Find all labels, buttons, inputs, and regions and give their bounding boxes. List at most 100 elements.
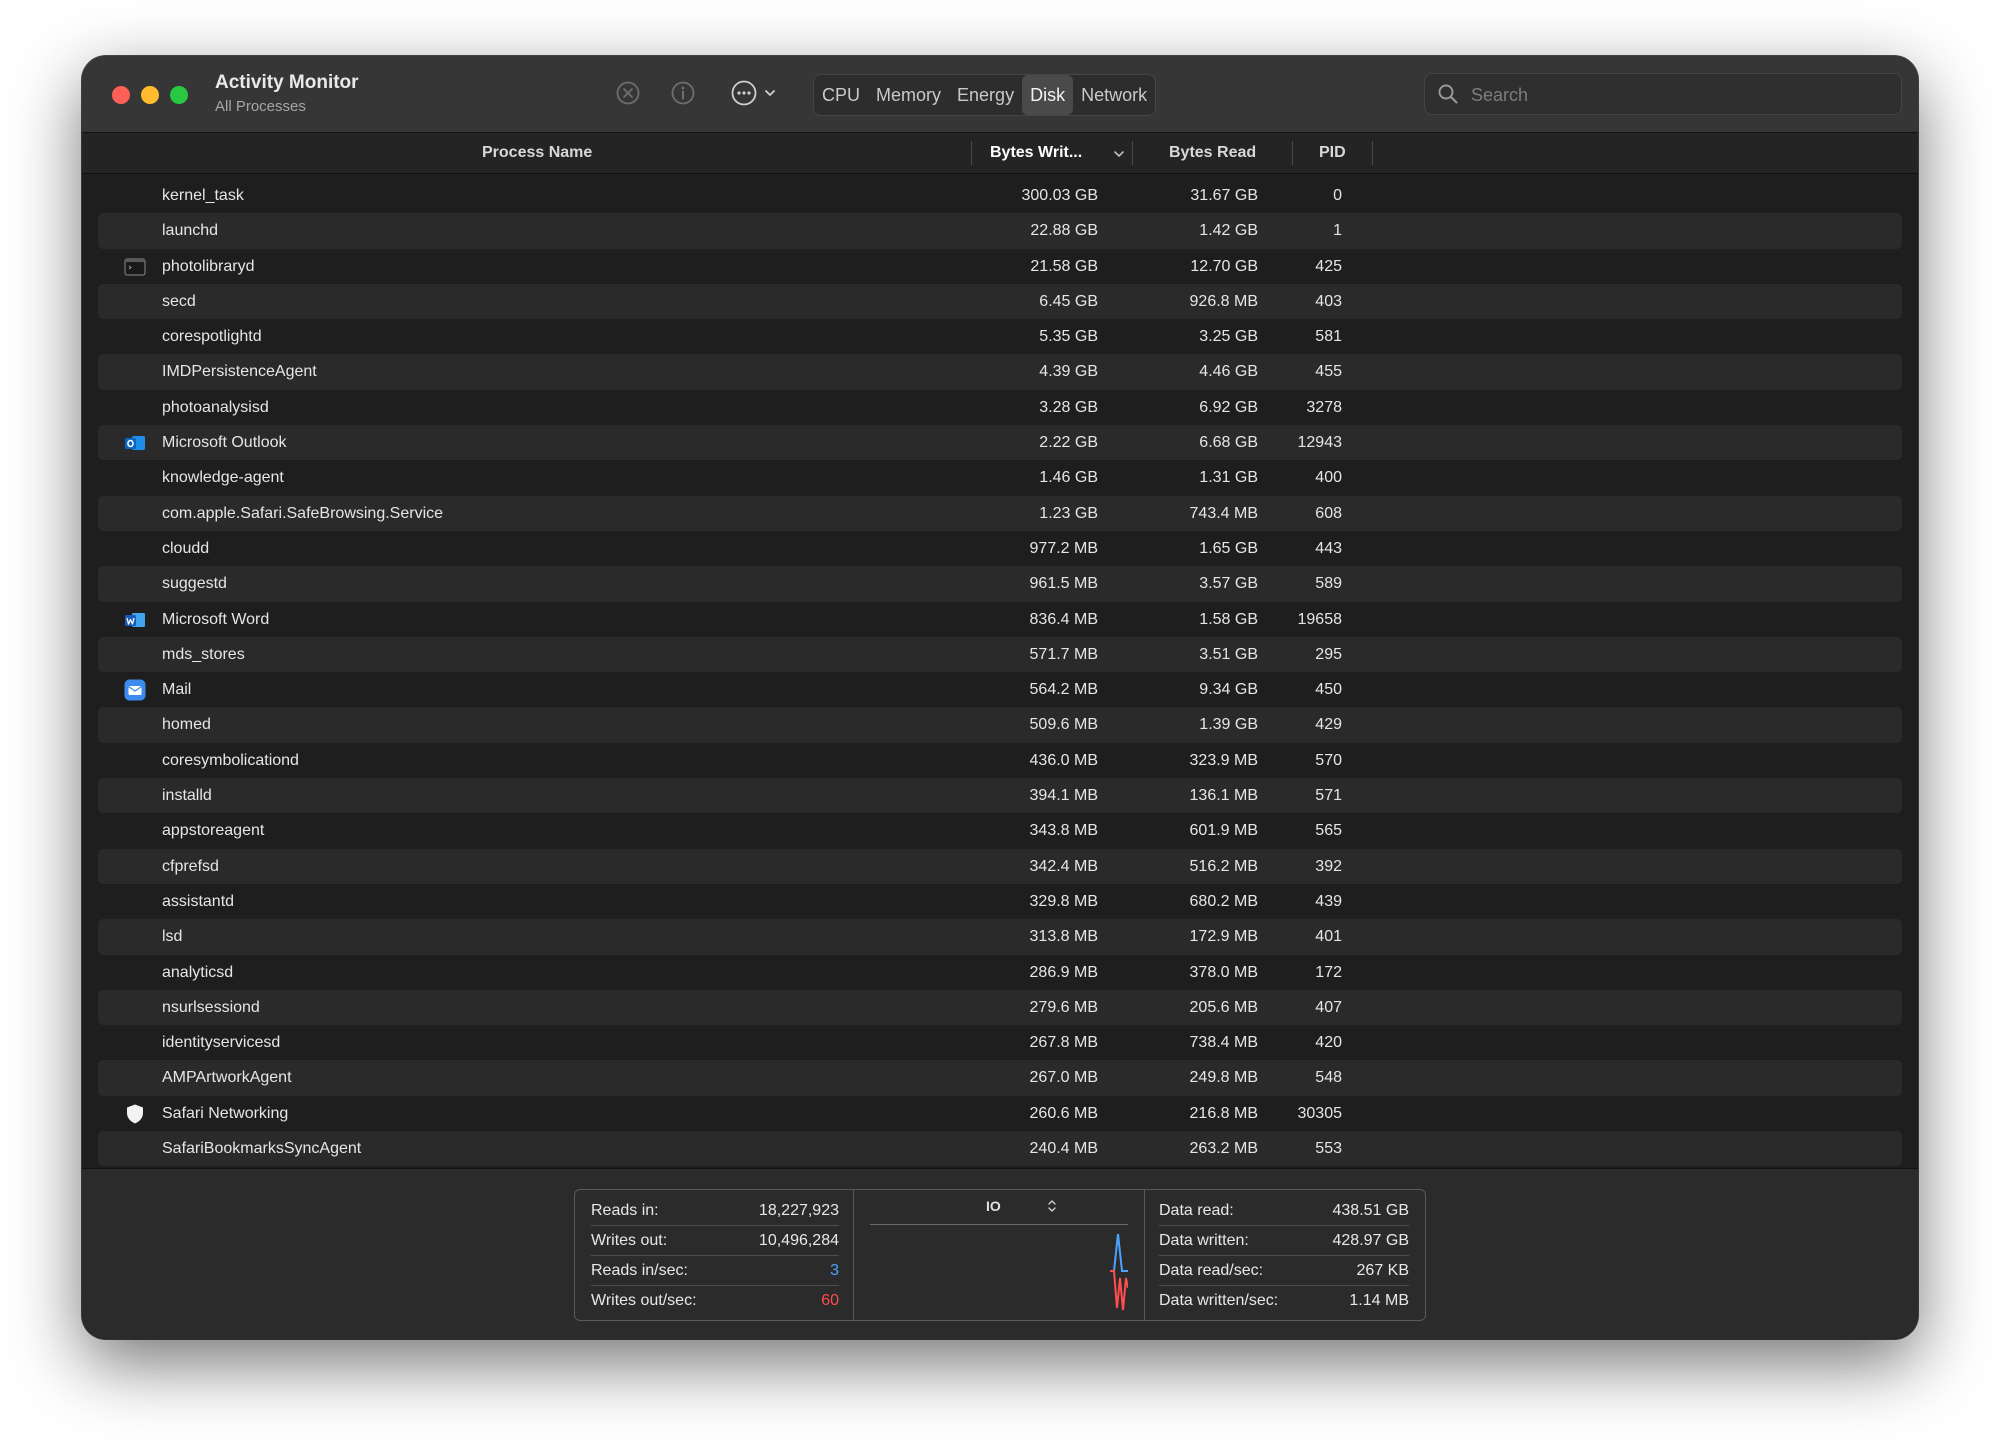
pid-value: 425 — [1315, 257, 1342, 275]
column-divider[interactable] — [971, 141, 972, 165]
bytes-written-value: 279.6 MB — [1029, 998, 1098, 1016]
stat-value: 10,496,284 — [758, 1232, 839, 1249]
pid-value: 295 — [1315, 645, 1342, 663]
table-row[interactable]: suggestd 961.5 MB 3.57 GB 589 — [98, 566, 1902, 602]
tab-disk[interactable]: Disk — [1022, 75, 1074, 115]
more-actions-button[interactable] — [725, 78, 781, 108]
bytes-written-value: 977.2 MB — [1029, 539, 1098, 557]
graph-type-label[interactable]: IO — [986, 1198, 1001, 1214]
column-process-name[interactable]: Process Name — [482, 133, 592, 173]
window-subtitle[interactable]: All Processes — [215, 98, 306, 115]
tab-energy[interactable]: Energy — [949, 75, 1022, 115]
zoom-window-button[interactable] — [170, 86, 188, 104]
writes-graph-line — [1110, 1270, 1128, 1311]
search-icon — [1438, 84, 1458, 104]
stat-value: 60 — [821, 1292, 839, 1309]
table-row[interactable]: mds_stores 571.7 MB 3.51 GB 295 — [98, 636, 1902, 673]
process-name: assistantd — [162, 892, 235, 910]
stat-label: Writes out: — [591, 1232, 668, 1249]
stat-row: Data read: 438.51 GB — [1159, 1196, 1409, 1226]
process-name: suggestd — [162, 575, 227, 593]
stat-row: Reads in/sec: 3 — [591, 1256, 839, 1286]
table-row[interactable]: AMPArtworkAgent 267.0 MB 249.8 MB 548 — [98, 1060, 1902, 1096]
bytes-read-value: 6.92 GB — [1199, 398, 1258, 416]
table-row[interactable]: Mail 564.2 MB 9.34 GB 450 — [98, 672, 1902, 707]
bytes-written-value: 5.35 GB — [1039, 328, 1098, 346]
table-row[interactable]: photoanalysisd 3.28 GB 6.92 GB 3278 — [98, 390, 1902, 425]
bytes-read-value: 1.39 GB — [1199, 716, 1258, 734]
table-row[interactable]: corespotlightd 5.35 GB 3.25 GB 581 — [98, 319, 1902, 354]
minimize-window-button[interactable] — [141, 86, 159, 104]
bytes-read-value: 1.65 GB — [1199, 539, 1258, 557]
pid-value: 401 — [1315, 928, 1342, 946]
table-row[interactable]: assistantd 329.8 MB 680.2 MB 439 — [98, 884, 1902, 919]
table-row[interactable]: lsd 313.8 MB 172.9 MB 401 — [98, 919, 1902, 955]
process-name: Microsoft Word — [162, 610, 270, 628]
column-divider[interactable] — [1132, 141, 1133, 165]
column-pid[interactable]: PID — [1319, 133, 1346, 173]
process-name: kernel_task — [162, 187, 244, 204]
table-row[interactable]: installd 394.1 MB 136.1 MB 571 — [98, 778, 1902, 814]
bytes-written-value: 6.45 GB — [1039, 292, 1098, 310]
stat-label: Writes out/sec: — [591, 1292, 697, 1309]
stat-row: Writes out: 10,496,284 — [591, 1226, 839, 1256]
process-name: Microsoft Outlook — [162, 434, 287, 452]
table-row[interactable]: com.apple.Safari.SafeBrowsing.Service 1.2… — [98, 495, 1902, 531]
table-row[interactable]: kernel_task 300.03 GB 31.67 GB 0 — [98, 178, 1902, 213]
table-row[interactable]: launchd 22.88 GB 1.42 GB 1 — [98, 213, 1902, 249]
inspect-process-button[interactable] — [668, 78, 698, 108]
table-row[interactable]: IMDPersistenceAgent 4.39 GB 4.46 GB 455 — [98, 354, 1902, 390]
up-down-chevron-icon[interactable] — [1046, 1199, 1058, 1213]
bytes-written-value: 343.8 MB — [1029, 822, 1098, 840]
bytes-written-value: 394.1 MB — [1029, 787, 1098, 805]
table-row[interactable]: knowledge-agent 1.46 GB 1.31 GB 400 — [98, 460, 1902, 495]
bytes-read-value: 1.58 GB — [1199, 610, 1258, 628]
bytes-written-value: 436.0 MB — [1029, 751, 1098, 769]
bytes-written-value: 961.5 MB — [1029, 575, 1098, 593]
bytes-written-value: 836.4 MB — [1029, 610, 1098, 628]
table-row[interactable]: cloudd 977.2 MB 1.65 GB 443 — [98, 531, 1902, 566]
stop-process-button[interactable] — [613, 78, 643, 108]
bytes-written-value: 2.22 GB — [1039, 434, 1098, 452]
toolbar: Activity Monitor All Processes CPU Memor… — [82, 56, 1918, 133]
process-name: launchd — [162, 222, 219, 240]
tab-memory[interactable]: Memory — [868, 75, 949, 115]
table-row[interactable]: Microsoft Word 836.4 MB 1.58 GB 19658 — [98, 602, 1902, 637]
table-row[interactable]: photolibraryd 21.58 GB 12.70 GB 425 — [98, 249, 1902, 284]
sort-descending-icon — [1114, 151, 1124, 157]
tab-network[interactable]: Network — [1073, 75, 1155, 115]
table-row[interactable]: SafariBookmarksSyncAgent 240.4 MB 263.2 MB… — [98, 1131, 1902, 1167]
table-row[interactable]: cfprefsd 342.4 MB 516.2 MB 392 — [98, 848, 1902, 884]
column-bytes-written[interactable]: Bytes Writ... — [990, 133, 1082, 173]
table-row[interactable]: homed 509.6 MB 1.39 GB 429 — [98, 707, 1902, 743]
pid-value: 443 — [1315, 539, 1342, 557]
column-bytes-read[interactable]: Bytes Read — [1169, 133, 1256, 173]
bytes-read-value: 378.0 MB — [1189, 963, 1258, 981]
bytes-written-value: 21.58 GB — [1030, 257, 1098, 275]
column-divider[interactable] — [1372, 141, 1373, 165]
process-name: corespotlightd — [162, 328, 262, 346]
table-row[interactable]: analyticsd 286.9 MB 378.0 MB 172 — [98, 955, 1902, 990]
io-graph — [1110, 1233, 1128, 1311]
column-divider[interactable] — [1292, 141, 1293, 165]
table-row[interactable]: Microsoft Outlook 2.22 GB 6.68 GB 12943 — [98, 425, 1902, 461]
table-row[interactable]: coresymbolicationd 436.0 MB 323.9 MB 570 — [98, 743, 1902, 778]
table-row[interactable]: nsurlsessiond 279.6 MB 205.6 MB 407 — [98, 989, 1902, 1026]
table-row[interactable]: Safari Networking 260.6 MB 216.8 MB 30305 — [98, 1096, 1902, 1131]
search-field[interactable] — [1424, 73, 1902, 116]
io-graph-panel: IO — [854, 1190, 1145, 1320]
table-row[interactable]: secd 6.45 GB 926.8 MB 403 — [98, 283, 1902, 320]
process-name: appstoreagent — [162, 822, 265, 840]
close-window-button[interactable] — [112, 86, 130, 104]
search-input[interactable] — [1469, 74, 1893, 116]
table-row[interactable]: appstoreagent 343.8 MB 601.9 MB 565 — [98, 813, 1902, 848]
bytes-written-value: 300.03 GB — [1021, 187, 1099, 204]
stop-process-icon — [616, 81, 640, 105]
process-name: photoanalysisd — [162, 398, 269, 416]
tab-cpu[interactable]: CPU — [814, 75, 868, 115]
bytes-read-value: 516.2 MB — [1189, 857, 1258, 875]
process-name: coresymbolicationd — [162, 751, 299, 769]
bytes-read-value: 680.2 MB — [1189, 892, 1258, 910]
stat-label: Data written: — [1159, 1232, 1249, 1249]
table-row[interactable]: identityservicesd 267.8 MB 738.4 MB 420 — [98, 1025, 1902, 1060]
